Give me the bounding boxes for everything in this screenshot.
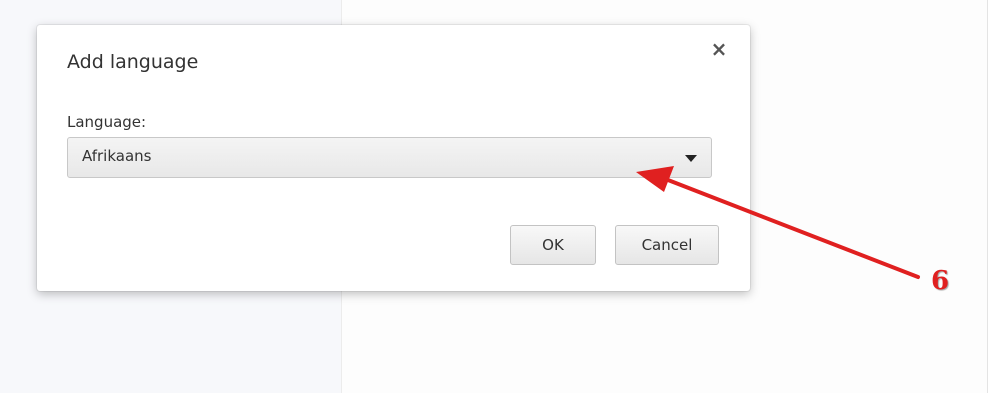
add-language-dialog: Add language × Language: Afrikaans OK Ca…: [37, 25, 750, 291]
language-select-value: Afrikaans: [82, 147, 152, 165]
cancel-button[interactable]: Cancel: [615, 225, 719, 265]
language-select[interactable]: Afrikaans: [67, 137, 712, 178]
chevron-down-icon: [685, 155, 697, 162]
screen: Add language × Language: Afrikaans OK Ca…: [0, 0, 997, 393]
annotation-step-number: 6: [931, 266, 950, 296]
scrollbar-edge: [987, 0, 988, 393]
language-label: Language:: [67, 113, 147, 131]
close-icon[interactable]: ×: [707, 37, 731, 61]
dialog-title: Add language: [67, 51, 199, 73]
ok-button[interactable]: OK: [510, 225, 596, 265]
